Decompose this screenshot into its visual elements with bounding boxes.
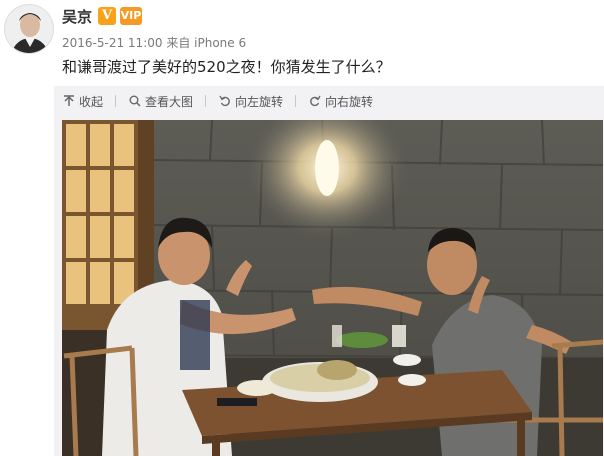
weibo-post: 吴京 V VIP 2016-5-21 11:00 来自 iPhone 6 和谦哥…: [0, 0, 604, 456]
magnifier-icon: [128, 94, 142, 108]
rotate-left-label: 向左旋转: [235, 94, 284, 109]
rotate-left-button[interactable]: 向左旋转: [218, 93, 283, 110]
media-panel: 收起 查看大图 向左旋转 向右旋转: [54, 86, 604, 456]
view-large-label: 查看大图: [145, 94, 194, 109]
rotate-right-icon: [308, 94, 322, 108]
username[interactable]: 吴京: [62, 6, 92, 27]
collapse-icon: [62, 94, 76, 108]
post-meta: 2016-5-21 11:00 来自 iPhone 6: [62, 34, 246, 51]
avatar[interactable]: [4, 4, 54, 54]
rotate-right-label: 向右旋转: [325, 94, 374, 109]
collapse-label: 收起: [79, 94, 104, 109]
toolbar-divider: [115, 95, 117, 107]
post-source: 来自 iPhone 6: [166, 36, 247, 50]
post-photo[interactable]: [62, 120, 603, 456]
toolbar-divider: [205, 95, 207, 107]
avatar-image: [5, 5, 53, 53]
rotate-right-button[interactable]: 向右旋转: [308, 93, 373, 110]
toolbar-divider: [295, 95, 297, 107]
view-large-button[interactable]: 查看大图: [128, 93, 193, 110]
vip-badge-icon: VIP: [120, 7, 142, 25]
collapse-button[interactable]: 收起: [62, 93, 103, 110]
post-timestamp[interactable]: 2016-5-21 11:00: [62, 36, 163, 50]
photo-illustration: [62, 120, 603, 456]
verified-badge-icon: V: [98, 7, 116, 25]
post-text: 和谦哥渡过了美好的520之夜！你猜发生了什么？: [62, 58, 391, 76]
media-toolbar: 收起 查看大图 向左旋转 向右旋转: [54, 86, 604, 116]
rotate-left-icon: [218, 94, 232, 108]
